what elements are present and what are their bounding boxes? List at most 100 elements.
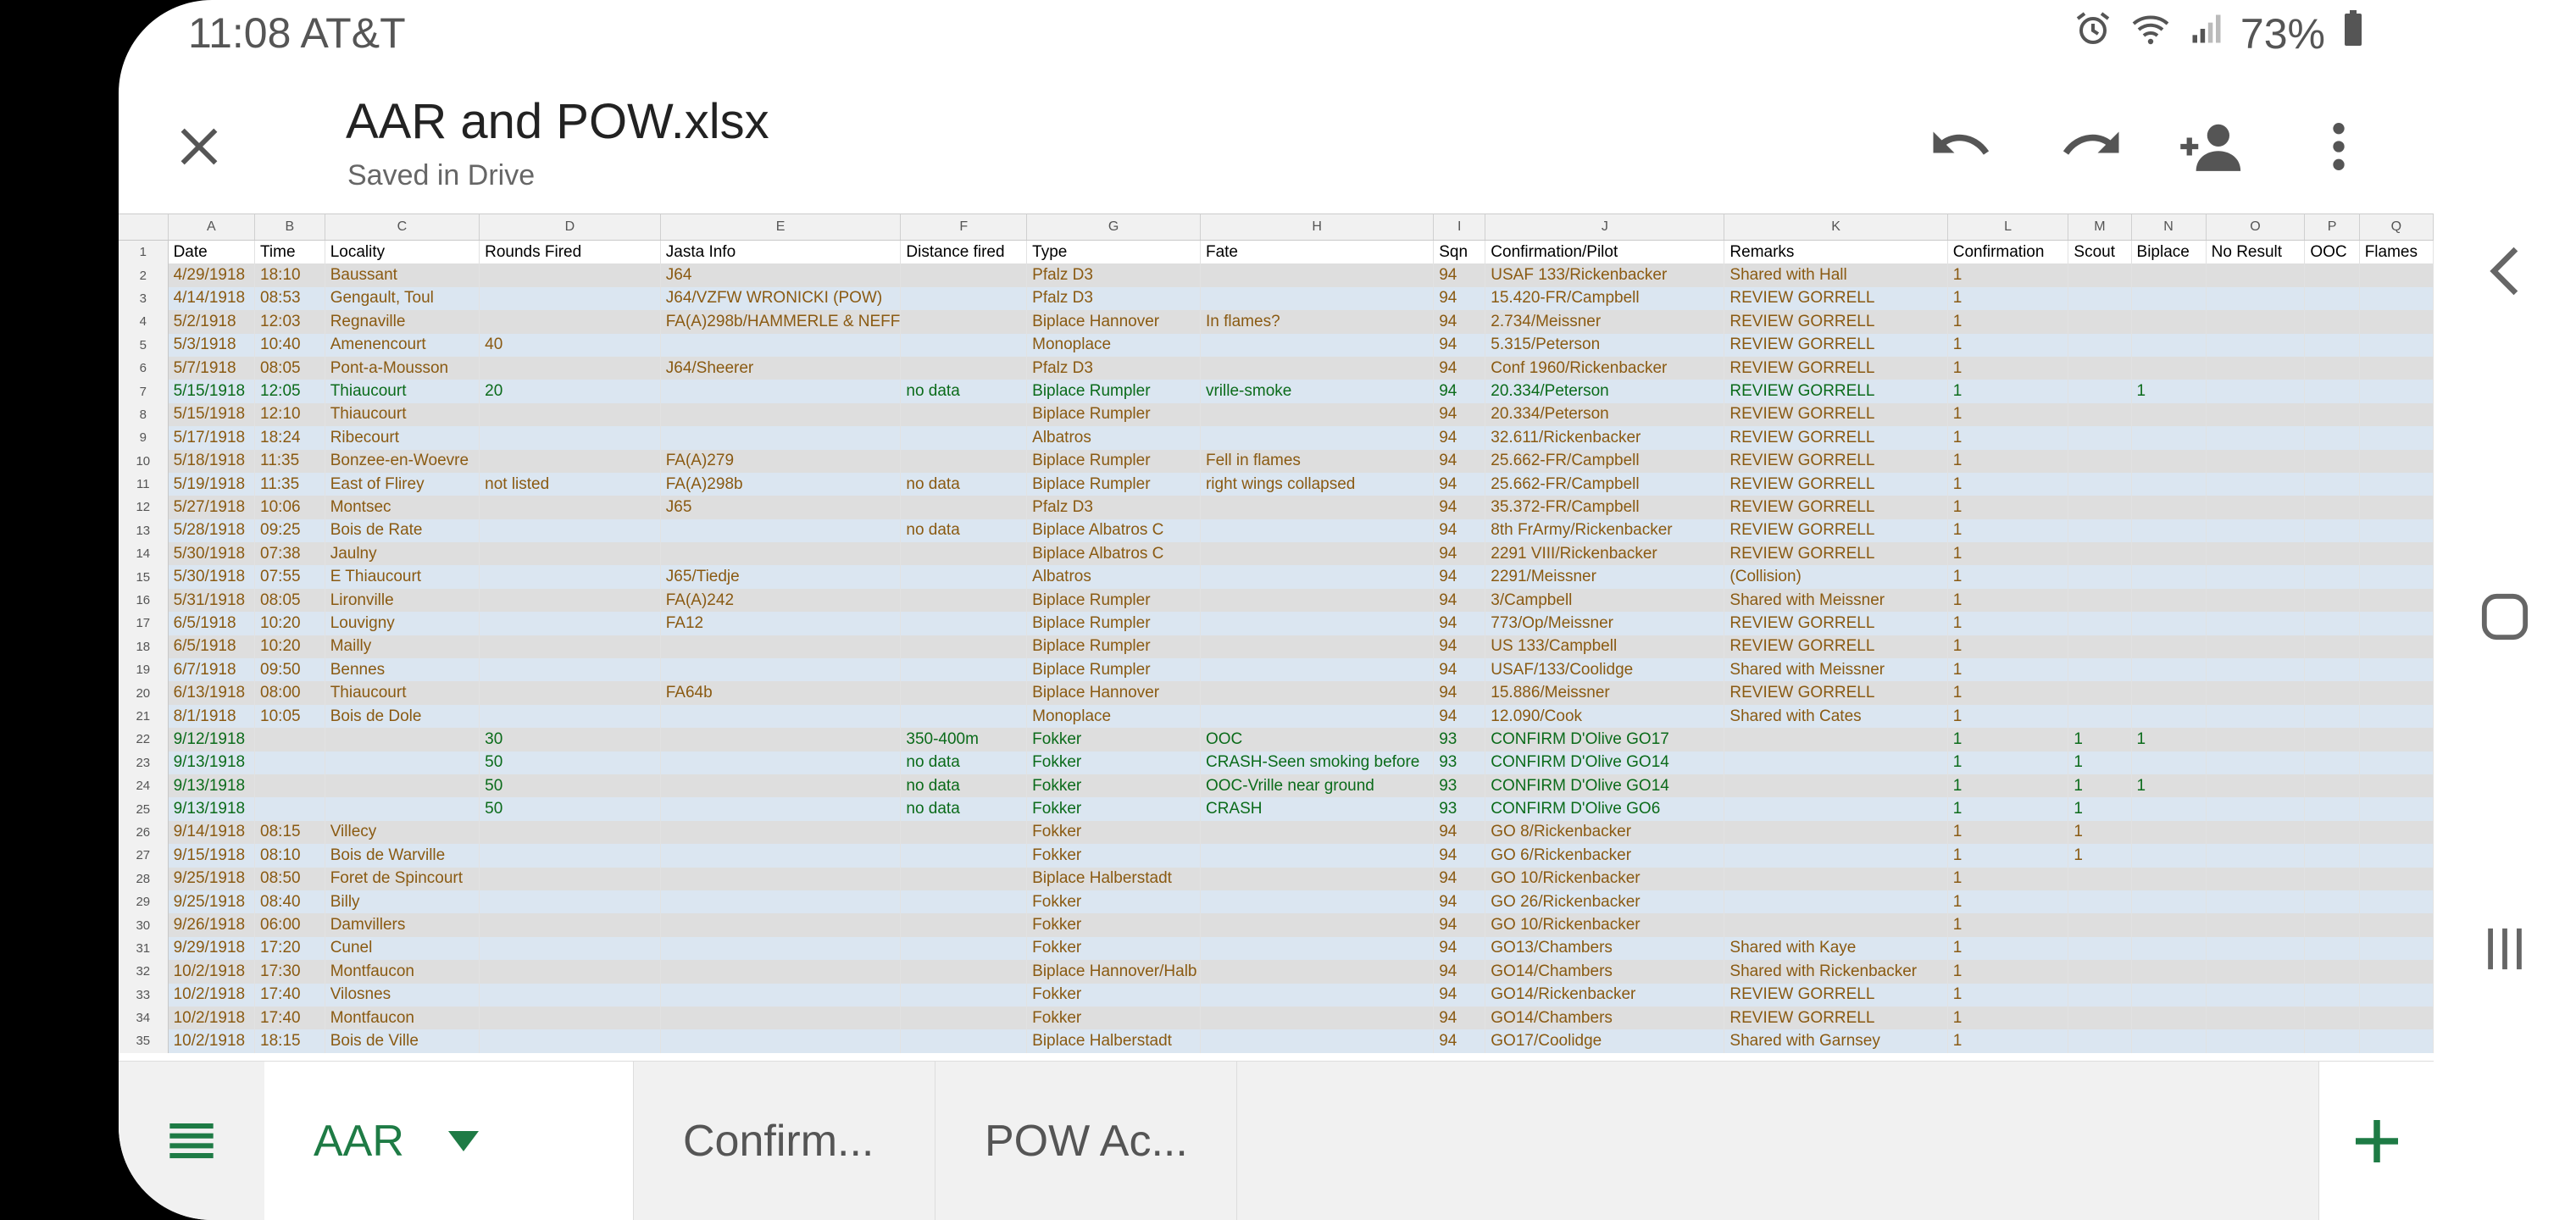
cell-f[interactable]: Distance fired bbox=[900, 240, 1028, 264]
table-row[interactable]: 26 9/14/1918 08:15 Villecy Fokker 94 GO 8/Rick… bbox=[119, 820, 2434, 845]
row-number[interactable]: 14 bbox=[119, 542, 169, 566]
cell-l[interactable]: 1 bbox=[1947, 983, 2069, 1006]
cell-p[interactable] bbox=[2304, 449, 2360, 473]
table-row[interactable]: 32 10/2/1918 17:30 Montfaucon Biplace Hannov… bbox=[119, 960, 2434, 984]
cell-l[interactable]: 1 bbox=[1947, 820, 2069, 845]
cell-d[interactable]: 30 bbox=[479, 728, 661, 751]
cell-m[interactable] bbox=[2068, 356, 2132, 380]
cell-g[interactable]: Monoplace bbox=[1026, 333, 1201, 357]
cell-l[interactable]: 1 bbox=[1947, 333, 2069, 357]
cell-k[interactable]: Shared with Garnsey bbox=[1724, 1029, 1948, 1053]
cell-h[interactable] bbox=[1200, 844, 1435, 868]
cell-b[interactable]: 18:24 bbox=[254, 426, 325, 450]
cell-f[interactable] bbox=[900, 844, 1028, 868]
cell-j[interactable]: CONFIRM D'Olive GO6 bbox=[1485, 797, 1725, 821]
cell-f[interactable]: no data bbox=[900, 797, 1028, 821]
cell-o[interactable] bbox=[2206, 844, 2306, 868]
cell-o[interactable] bbox=[2206, 426, 2306, 450]
table-row[interactable]: 23 9/13/1918 50 no data Fokker CRASH-Seen smo… bbox=[119, 751, 2434, 774]
cell-n[interactable] bbox=[2131, 542, 2207, 566]
table-row[interactable]: 3 4/14/1918 08:53 Gengault, Toul J64/VZFW WR… bbox=[119, 286, 2434, 311]
cell-e[interactable] bbox=[660, 983, 902, 1006]
cell-m[interactable]: 1 bbox=[2068, 774, 2132, 798]
cell-h[interactable] bbox=[1200, 658, 1435, 682]
cell-q[interactable] bbox=[2359, 681, 2434, 705]
cell-c[interactable]: Mailly bbox=[325, 635, 480, 659]
row-number[interactable]: 25 bbox=[119, 797, 169, 821]
cell-f[interactable] bbox=[900, 936, 1028, 961]
cell-e[interactable] bbox=[660, 960, 902, 984]
cell-o[interactable] bbox=[2206, 333, 2306, 357]
cell-b[interactable]: 09:50 bbox=[254, 658, 325, 682]
cell-e[interactable] bbox=[660, 1029, 902, 1053]
cell-h[interactable]: In flames? bbox=[1200, 310, 1435, 334]
cell-g[interactable]: Biplace Albatros C bbox=[1026, 518, 1201, 543]
cell-h[interactable] bbox=[1200, 286, 1435, 311]
cell-f[interactable] bbox=[900, 983, 1028, 1006]
add-sheet-button[interactable] bbox=[2318, 1062, 2434, 1220]
cell-e[interactable] bbox=[660, 542, 902, 566]
table-row[interactable]: 11 5/19/1918 11:35 East of Flirey not listed… bbox=[119, 472, 2434, 496]
cell-c[interactable]: Pont-a-Mousson bbox=[325, 356, 480, 380]
column-letter-h[interactable]: H bbox=[1200, 214, 1435, 241]
cell-n[interactable]: 1 bbox=[2131, 728, 2207, 751]
cell-j[interactable]: CONFIRM D'Olive GO14 bbox=[1485, 774, 1725, 798]
cell-d[interactable] bbox=[479, 820, 661, 845]
cell-e[interactable] bbox=[660, 913, 902, 937]
row-number[interactable]: 8 bbox=[119, 402, 169, 427]
cell-j[interactable]: 773/Op/Meissner bbox=[1485, 612, 1725, 635]
cell-p[interactable] bbox=[2304, 1029, 2360, 1053]
cell-p[interactable] bbox=[2304, 588, 2360, 613]
cell-o[interactable] bbox=[2206, 1029, 2306, 1053]
cell-f[interactable]: 350-400m bbox=[900, 728, 1028, 751]
cell-g[interactable]: Biplace Rumpler bbox=[1026, 380, 1201, 403]
cell-e[interactable] bbox=[660, 820, 902, 845]
cell-k[interactable]: REVIEW GORRELL bbox=[1724, 333, 1948, 357]
cell-d[interactable]: 40 bbox=[479, 333, 661, 357]
cell-q[interactable] bbox=[2359, 774, 2434, 798]
cell-g[interactable]: Fokker bbox=[1026, 774, 1201, 798]
cell-q[interactable] bbox=[2359, 356, 2434, 380]
cell-p[interactable] bbox=[2304, 565, 2360, 589]
cell-a[interactable]: 5/15/1918 bbox=[168, 380, 256, 403]
cell-f[interactable]: no data bbox=[900, 751, 1028, 774]
cell-l[interactable]: 1 bbox=[1947, 356, 2069, 380]
cell-l[interactable]: 1 bbox=[1947, 681, 2069, 705]
cell-a[interactable]: 9/13/1918 bbox=[168, 797, 256, 821]
row-number[interactable]: 6 bbox=[119, 356, 169, 380]
table-row[interactable]: 4 5/2/1918 12:03 Regnaville FA(A)298b/HAMMER… bbox=[119, 310, 2434, 334]
cell-p[interactable] bbox=[2304, 751, 2360, 774]
cell-e[interactable]: FA(A)242 bbox=[660, 588, 902, 613]
cell-g[interactable]: Biplace Albatros C bbox=[1026, 542, 1201, 566]
cell-p[interactable] bbox=[2304, 844, 2360, 868]
cell-d[interactable] bbox=[479, 518, 661, 543]
tab-pow[interactable]: POW Ac... bbox=[935, 1062, 1237, 1220]
cell-g[interactable]: Biplace Halberstadt bbox=[1026, 867, 1201, 890]
cell-n[interactable] bbox=[2131, 820, 2207, 845]
cell-a[interactable]: 5/2/1918 bbox=[168, 310, 256, 334]
cell-m[interactable] bbox=[2068, 496, 2132, 519]
cell-f[interactable]: no data bbox=[900, 518, 1028, 543]
table-row[interactable]: 28 9/25/1918 08:50 Foret de Spincourt Biplac… bbox=[119, 867, 2434, 890]
cell-f[interactable] bbox=[900, 820, 1028, 845]
cell-g[interactable]: Type bbox=[1026, 240, 1201, 264]
cell-a[interactable]: 5/27/1918 bbox=[168, 496, 256, 519]
cell-p[interactable] bbox=[2304, 820, 2360, 845]
cell-o[interactable] bbox=[2206, 635, 2306, 659]
cell-m[interactable] bbox=[2068, 681, 2132, 705]
cell-c[interactable]: Montfaucon bbox=[325, 1006, 480, 1030]
select-all-corner[interactable] bbox=[119, 214, 169, 241]
cell-d[interactable] bbox=[479, 913, 661, 937]
cell-f[interactable] bbox=[900, 542, 1028, 566]
cell-q[interactable] bbox=[2359, 286, 2434, 311]
cell-d[interactable] bbox=[479, 310, 661, 334]
cell-h[interactable] bbox=[1200, 263, 1435, 287]
cell-d[interactable] bbox=[479, 426, 661, 450]
cell-j[interactable]: USAF/133/Coolidge bbox=[1485, 658, 1725, 682]
table-row[interactable]: 9 5/17/1918 18:24 Ribecourt Albatros 94 32.611… bbox=[119, 426, 2434, 450]
cell-k[interactable]: Shared with Kaye bbox=[1724, 936, 1948, 961]
cell-l[interactable]: 1 bbox=[1947, 496, 2069, 519]
cell-p[interactable] bbox=[2304, 286, 2360, 311]
cell-j[interactable]: GO 6/Rickenbacker bbox=[1485, 844, 1725, 868]
cell-i[interactable]: Sqn bbox=[1433, 240, 1486, 264]
